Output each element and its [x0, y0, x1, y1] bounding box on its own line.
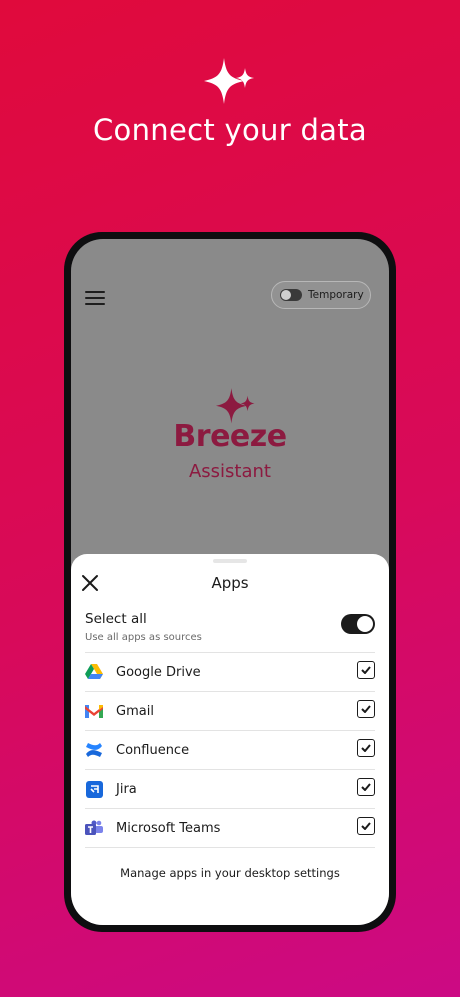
microsoft-teams-icon: [85, 819, 103, 837]
app-name: Confluence: [116, 742, 190, 758]
app-row-gmail[interactable]: Gmail: [85, 691, 375, 730]
manage-apps-note: Manage apps in your desktop settings: [120, 866, 340, 880]
apps-list: Google Drive Gmail Confluence Jira Micro…: [85, 652, 375, 848]
app-row-confluence[interactable]: Confluence: [85, 730, 375, 769]
temporary-label: Temporary: [308, 289, 364, 301]
brand-subtitle: Assistant: [188, 461, 271, 482]
select-all-toggle[interactable]: [341, 614, 375, 634]
app-checkbox[interactable]: [357, 700, 375, 718]
app-row-microsoft-teams[interactable]: Microsoft Teams: [85, 808, 375, 848]
temporary-toggle[interactable]: Temporary: [271, 281, 371, 309]
brand-name: Breeze: [173, 419, 287, 454]
app-name: Gmail: [116, 703, 154, 719]
phone-screen: Temporary Breeze Assistant Apps Select a…: [71, 239, 389, 925]
temporary-switch-icon: [280, 289, 302, 301]
gmail-icon: [85, 702, 103, 720]
sheet-title: Apps: [211, 574, 249, 592]
app-row-google-drive[interactable]: Google Drive: [85, 652, 375, 691]
select-all-label: Select all: [85, 611, 147, 627]
phone-mockup: Temporary Breeze Assistant Apps Select a…: [64, 232, 396, 932]
app-name: Google Drive: [116, 664, 201, 680]
confluence-icon: [85, 741, 103, 759]
sheet-drag-handle[interactable]: [213, 559, 247, 563]
app-checkbox[interactable]: [357, 778, 375, 796]
app-checkbox[interactable]: [357, 817, 375, 835]
google-drive-icon: [85, 663, 103, 681]
hamburger-menu-icon[interactable]: [85, 291, 105, 307]
apps-bottom-sheet: Apps Select all Use all apps as sources …: [71, 554, 389, 925]
app-checkbox[interactable]: [357, 739, 375, 757]
jira-icon: [85, 780, 103, 798]
sparkle-icon: [204, 58, 254, 104]
app-checkbox[interactable]: [357, 661, 375, 679]
hero-title: Connect your data: [93, 113, 367, 147]
app-name: Microsoft Teams: [116, 820, 221, 836]
app-row-jira[interactable]: Jira: [85, 769, 375, 808]
app-name: Jira: [116, 781, 137, 797]
select-all-description: Use all apps as sources: [85, 632, 202, 643]
